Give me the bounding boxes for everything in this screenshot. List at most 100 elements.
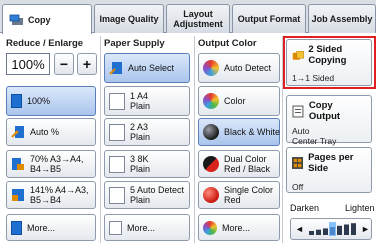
tab-label: Copy	[28, 14, 51, 25]
density-increase-arrow[interactable]: ►	[361, 224, 370, 234]
pages-per-side-button[interactable]: Pages per Side Off	[286, 147, 372, 193]
zoom-preset-line1: 70% A3→A4,	[30, 154, 84, 164]
zoom-preset-label: 141% A4→A3, B5→B4	[30, 185, 89, 205]
paper-type: Plain	[130, 164, 151, 174]
auto-color-icon	[203, 60, 219, 76]
density-indicator[interactable]	[329, 222, 336, 236]
dual-color-icon	[203, 156, 219, 172]
copy-icon	[9, 14, 23, 25]
copy-output-button[interactable]: Copy Output Auto Center Tray	[286, 95, 372, 146]
reduce-enlarge-heading: Reduce / Enlarge	[6, 38, 84, 49]
paper-tray-icon	[109, 155, 125, 173]
paper-tray-1[interactable]: 1 A4 Plain	[104, 86, 190, 116]
copy-output-value-line2: Center Tray	[292, 136, 337, 146]
tab-job-assembly[interactable]: Job Assembly	[308, 4, 376, 33]
color-ball-icon	[203, 220, 217, 235]
zoom-preset-line1: 141% A4→A3,	[30, 185, 89, 195]
zoom-more-label: More...	[27, 222, 56, 233]
zoom-increase-button[interactable]: +	[77, 53, 97, 75]
zoom-decrease-button[interactable]: −	[54, 53, 74, 75]
column-divider	[100, 36, 101, 243]
density-decrease-arrow[interactable]: ◄	[295, 224, 304, 234]
n-up-icon	[292, 157, 304, 169]
zoom-percentage-field[interactable]: 100%	[6, 53, 50, 75]
color-more-button[interactable]: More...	[198, 214, 280, 241]
color-single-color[interactable]: Single Color Red	[198, 181, 280, 209]
color-option-label: Single Color Red	[224, 185, 273, 205]
pages-per-side-value: Off	[292, 182, 304, 192]
reduce-icon	[11, 157, 25, 171]
tab-label: Image Quality	[99, 14, 159, 24]
color-option-line1: Dual Color	[224, 154, 267, 164]
tab-copy[interactable]: Copy	[2, 4, 92, 34]
tray-number: 5	[130, 185, 136, 195]
color-option-label: Black & White	[224, 127, 281, 137]
density-slider[interactable]: ◄ ►	[290, 218, 372, 240]
zoom-preset-label: 70% A3→A4, B4→B5	[30, 154, 84, 174]
paper-type: Plain	[130, 195, 151, 205]
density-step	[316, 229, 321, 235]
color-option-line2: Red / Black	[224, 164, 271, 174]
zoom-more-button[interactable]: More...	[6, 214, 96, 241]
paper-size: Auto Detect	[137, 185, 185, 195]
paper-more-label: More...	[127, 222, 156, 233]
zoom-preset-141[interactable]: 141% A4→A3, B5→B4	[6, 181, 96, 209]
paper-size: A3	[137, 122, 149, 132]
paper-type: Plain	[130, 101, 151, 111]
copy-output-title: Copy Output	[308, 100, 341, 122]
color-auto-detect[interactable]: Auto Detect	[198, 53, 280, 83]
paper-more-button[interactable]: More...	[104, 214, 190, 241]
paper-tray-icon	[109, 123, 125, 141]
output-color-heading: Output Color	[198, 38, 257, 49]
zoom-preset-100[interactable]: 100%	[6, 86, 96, 116]
tray-number: 2	[130, 122, 136, 132]
color-option-line1: Single Color	[224, 185, 274, 195]
black-white-icon	[203, 124, 219, 140]
tab-image-quality[interactable]: Image Quality	[94, 4, 164, 33]
highlight-frame	[283, 36, 376, 89]
output-tray-icon	[292, 105, 304, 117]
paper-option-label: Auto Select	[128, 63, 175, 73]
paper-tray-2[interactable]: 2 A3 Plain	[104, 118, 190, 146]
zoom-preset-line2: B4→B5	[30, 164, 62, 174]
color-ball-icon	[203, 93, 219, 109]
paper-tray-icon	[109, 92, 125, 110]
paper-tray-3[interactable]: 3 8K Plain	[104, 150, 190, 178]
paper-tray-icon	[109, 186, 125, 204]
document-icon	[11, 94, 22, 108]
density-step	[344, 224, 349, 235]
column-divider	[194, 36, 195, 243]
density-step	[337, 225, 342, 235]
pages-per-side-title: Pages per Side	[308, 152, 354, 174]
single-color-icon	[203, 187, 219, 203]
color-more-label: More...	[222, 222, 251, 233]
zoom-preset-70[interactable]: 70% A3→A4, B4→B5	[6, 150, 96, 178]
zoom-preset-line2: B5→B4	[30, 195, 62, 205]
paper-auto-select[interactable]: Auto Select	[104, 53, 190, 83]
enlarge-icon	[11, 188, 25, 202]
color-option-label: Dual Color Red / Black	[224, 154, 270, 174]
copy-output-value-line1: Auto	[292, 126, 310, 136]
zoom-preset-auto[interactable]: Auto %	[6, 118, 96, 146]
tab-bar: Copy Image Quality Layout Adjustment Out…	[0, 0, 376, 34]
density-darken-label: Darken	[290, 203, 320, 213]
color-black-white[interactable]: Black & White	[198, 118, 280, 146]
density-scale	[309, 222, 356, 236]
color-full-color[interactable]: Color	[198, 86, 280, 116]
density-step	[323, 228, 328, 235]
paper-supply-heading: Paper Supply	[104, 38, 165, 49]
paper-tray-5[interactable]: 5 Auto Detect Plain	[104, 181, 190, 209]
document-icon	[11, 220, 22, 235]
density-lighten-label: Lighten	[345, 203, 375, 213]
tray-number: 1	[130, 91, 136, 101]
tab-output-format[interactable]: Output Format	[232, 4, 306, 33]
density-step	[309, 231, 314, 235]
color-dual-color[interactable]: Dual Color Red / Black	[198, 150, 280, 178]
tab-label: Output Format	[237, 14, 301, 24]
tab-layout-adjustment[interactable]: Layout Adjustment	[166, 4, 230, 33]
auto-zoom-icon	[11, 125, 25, 139]
zoom-preset-label: Auto %	[30, 127, 60, 137]
paper-size: 8K	[137, 154, 149, 164]
paper-size: A4	[137, 91, 149, 101]
tab-label: Layout Adjustment	[173, 9, 223, 29]
